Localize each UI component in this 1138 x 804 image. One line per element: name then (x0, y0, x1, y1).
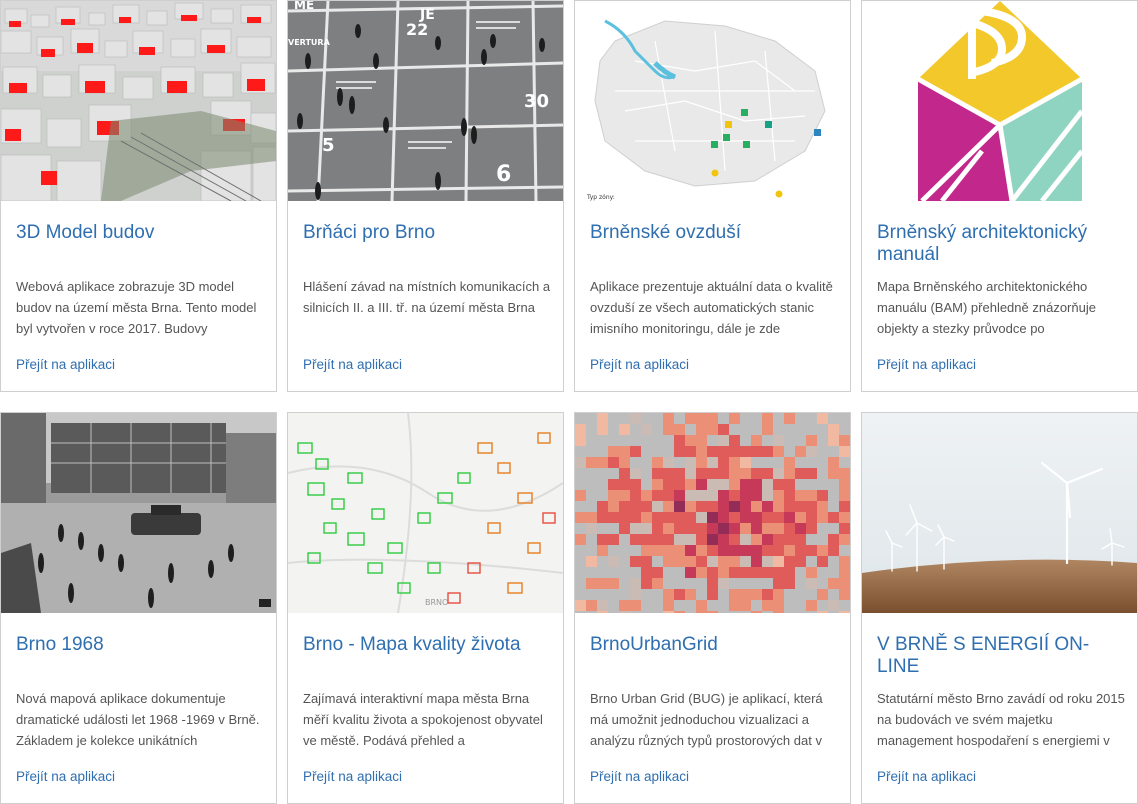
card-description: Nová mapová aplikace dokumentuje dramati… (16, 691, 260, 748)
open-app-link[interactable]: Přejít na aplikaci (16, 769, 115, 784)
app-card-energie-online[interactable]: V BRNĚ S ENERGIÍ ON-LINE Statutární měst… (861, 412, 1138, 804)
card-title[interactable]: Brno 1968 (16, 634, 264, 656)
card-title[interactable]: 3D Model budov (16, 222, 264, 244)
app-card-3d-model[interactable]: 3D Model budov Webová aplikace zobrazuje… (0, 0, 277, 392)
map-city-label: BRNO (425, 598, 448, 607)
thumbnail-bam-logo (862, 1, 1137, 201)
open-app-link[interactable]: Přejít na aplikaci (303, 357, 402, 372)
app-card-brnaci-pro-brno[interactable]: ME JE 22 30 5 6 VERTURA Brňáci pro Brno … (287, 0, 564, 392)
card-description: Zajímavá interaktivní mapa města Brna mě… (303, 691, 543, 748)
tile-label: 6 (496, 162, 511, 187)
map-legend-label: Typ zóny: (586, 194, 615, 201)
tile-label: 22 (406, 20, 428, 39)
open-app-link[interactable]: Přejít na aplikaci (877, 357, 976, 372)
thumbnail-square-with-people: ME JE 22 30 5 6 VERTURA (288, 1, 563, 201)
thumbnail-life-quality-map: BRNO (288, 413, 563, 613)
card-description: Webová aplikace zobrazuje 3D model budov… (16, 279, 257, 336)
open-app-link[interactable]: Přejít na aplikaci (590, 769, 689, 784)
app-card-bam[interactable]: Brněnský architektonický manuál Mapa Brn… (861, 0, 1138, 392)
card-description: Mapa Brněnského architektonického manuál… (877, 279, 1096, 336)
card-description: Brno Urban Grid (BUG) je aplikací, která… (590, 691, 823, 748)
card-description: Hlášení závad na místních komunikacích a… (303, 279, 551, 315)
card-title[interactable]: Brněnský architektonický manuál (877, 222, 1125, 266)
app-grid: 3D Model budov Webová aplikace zobrazuje… (0, 0, 1138, 804)
card-title[interactable]: Brněnské ovzduší (590, 222, 838, 244)
card-title[interactable]: V BRNĚ S ENERGIÍ ON-LINE (877, 634, 1125, 678)
open-app-link[interactable]: Přejít na aplikaci (590, 357, 689, 372)
thumbnail-wind-turbines (862, 413, 1137, 613)
thumbnail-historic-photo (1, 413, 276, 613)
app-card-brnenske-ovzdusi[interactable]: Typ zóny: Brněnské ovzduší Aplikace prez… (574, 0, 851, 392)
thumbnail-air-quality-map: Typ zóny: (575, 1, 850, 201)
thumbnail-urban-grid-heatmap (575, 413, 850, 613)
app-card-brno-urban-grid[interactable]: BrnoUrbanGrid Brno Urban Grid (BUG) je a… (574, 412, 851, 804)
card-description: Aplikace prezentuje aktuální data o kval… (590, 279, 833, 336)
tile-label: 30 (524, 91, 549, 112)
tile-label: 5 (322, 135, 335, 156)
thumbnail-3d-city-model (1, 1, 276, 201)
open-app-link[interactable]: Přejít na aplikaci (877, 769, 976, 784)
open-app-link[interactable]: Přejít na aplikaci (16, 357, 115, 372)
open-app-link[interactable]: Přejít na aplikaci (303, 769, 402, 784)
card-title[interactable]: Brňáci pro Brno (303, 222, 551, 244)
tile-label: ME (294, 1, 314, 12)
app-card-mapa-kvality-zivota[interactable]: BRNO Brno - Mapa kvality života Zajímavá… (287, 412, 564, 804)
tile-label: VERTURA (288, 38, 331, 47)
card-title[interactable]: Brno - Mapa kvality života (303, 634, 551, 656)
card-description: Statutární město Brno zavádí od roku 201… (877, 691, 1125, 748)
app-card-brno-1968[interactable]: Brno 1968 Nová mapová aplikace dokumentu… (0, 412, 277, 804)
card-title[interactable]: BrnoUrbanGrid (590, 634, 838, 656)
